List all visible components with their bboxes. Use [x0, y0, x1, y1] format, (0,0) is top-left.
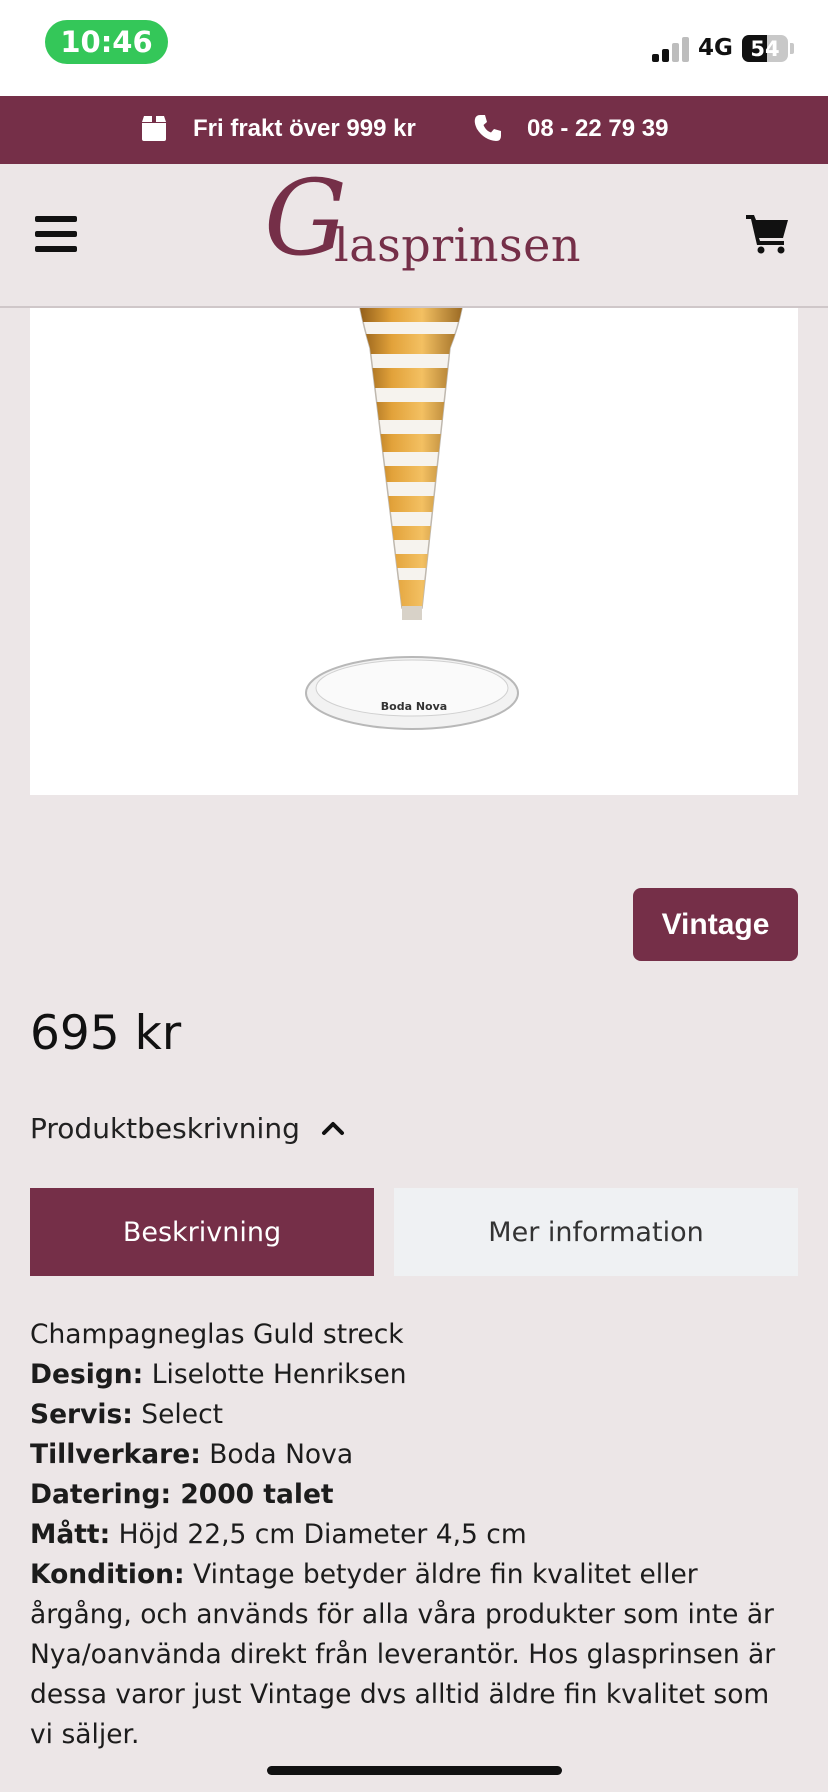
- battery-level: 54: [750, 36, 780, 61]
- promo-bar: Fri frakt över 999 kr 08 - 22 79 39: [0, 96, 828, 164]
- phone-number-link[interactable]: 08 - 22 79 39: [527, 115, 668, 143]
- glass-brand-mark: Boda Nova: [381, 700, 447, 713]
- cart-icon[interactable]: [746, 212, 790, 254]
- field-value: Boda Nova: [200, 1439, 354, 1470]
- field-label: Kondition:: [30, 1559, 185, 1590]
- description-field: Mått: Höjd 22,5 cm Diameter 4,5 cm: [30, 1515, 800, 1555]
- accordion-title: Produktbeskrivning: [30, 1111, 300, 1145]
- field-value: Select: [132, 1399, 224, 1430]
- description-field: Datering: 2000 talet: [30, 1475, 800, 1515]
- field-label: Design:: [30, 1359, 144, 1390]
- tab-more-information[interactable]: Mer information: [394, 1188, 798, 1276]
- field-label: Datering: 2000 talet: [30, 1479, 334, 1510]
- description-field: Design: Liselotte Henriksen: [30, 1355, 800, 1395]
- menu-icon[interactable]: [35, 216, 77, 252]
- champagne-glass-illustration: Boda Nova: [305, 307, 519, 730]
- vintage-badge-button[interactable]: Vintage: [633, 888, 798, 961]
- product-image[interactable]: Boda Nova: [30, 307, 798, 795]
- battery-icon: 54: [742, 35, 788, 62]
- signal-icon: [652, 36, 690, 62]
- status-bar: 10:46 4G 54: [0, 0, 828, 96]
- product-price: 695 kr: [30, 1006, 182, 1061]
- site-logo[interactable]: G lasprinsen: [264, 166, 580, 296]
- field-value: Liselotte Henriksen: [143, 1359, 407, 1390]
- tab-description[interactable]: Beskrivning: [30, 1188, 374, 1276]
- chevron-up-icon: [321, 1122, 344, 1135]
- product-description: Champagneglas Guld streck Design: Liselo…: [30, 1315, 800, 1755]
- field-label: Servis:: [30, 1399, 133, 1430]
- field-label: Mått:: [30, 1519, 111, 1550]
- field-label: Tillverkare:: [30, 1439, 201, 1470]
- description-field: Kondition: Vintage betyder äldre fin kva…: [30, 1555, 800, 1755]
- home-indicator[interactable]: [267, 1766, 562, 1775]
- description-field: Tillverkare: Boda Nova: [30, 1435, 800, 1475]
- logo-wordmark: lasprinsen: [334, 218, 581, 272]
- free-shipping-text: Fri frakt över 999 kr: [193, 115, 416, 142]
- phone-icon[interactable]: [473, 113, 503, 143]
- status-time: 10:46: [45, 20, 168, 64]
- field-value: Höjd 22,5 cm Diameter 4,5 cm: [110, 1519, 527, 1550]
- network-label: 4G: [698, 35, 733, 61]
- battery-cap: [790, 43, 794, 54]
- product-description-accordion[interactable]: Produktbeskrivning: [30, 1108, 346, 1148]
- description-field: Servis: Select: [30, 1395, 800, 1435]
- description-title: Champagneglas Guld streck: [30, 1319, 404, 1350]
- box-icon: [142, 116, 166, 141]
